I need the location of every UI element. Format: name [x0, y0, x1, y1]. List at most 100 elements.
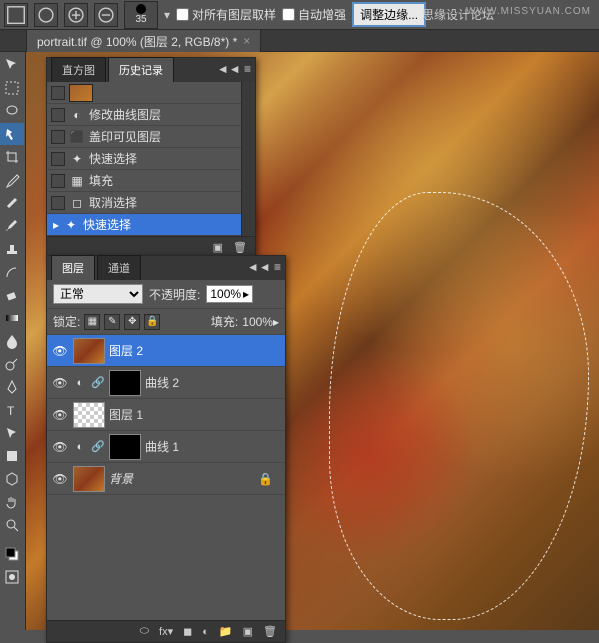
layers-options-row: 正常 不透明度: 100%▸ — [47, 280, 285, 309]
opacity-input[interactable]: 100%▸ — [206, 285, 253, 303]
brush-tool-icon[interactable] — [0, 215, 24, 237]
sample-all-layers-checkbox[interactable]: 对所有图层取样 — [176, 6, 276, 23]
history-scrollbar[interactable] — [241, 82, 255, 236]
quickmask-icon[interactable] — [0, 566, 24, 588]
tab-histogram[interactable]: 直方图 — [51, 57, 106, 82]
layer-row[interactable]: 👁 ◐ 🔗 曲线 1 — [47, 431, 285, 463]
layers-footer: ⬭ fx▾ ◼ ◐ 📁 ▣ 🗑 — [47, 620, 285, 642]
blur-tool-icon[interactable] — [0, 330, 24, 352]
hand-tool-icon[interactable] — [0, 491, 24, 513]
crop-tool-icon[interactable] — [0, 146, 24, 168]
layer-name: 图层 2 — [109, 342, 143, 359]
type-tool-icon[interactable]: T — [0, 399, 24, 421]
layer-row[interactable]: 👁 ◐ 🔗 曲线 2 — [47, 367, 285, 399]
link-layers-icon[interactable]: ⬭ — [140, 625, 149, 638]
dropdown-arrow-icon[interactable]: ▾ — [164, 8, 170, 22]
layer-row[interactable]: 👁 图层 1 — [47, 399, 285, 431]
link-icon: 🔗 — [91, 376, 105, 390]
tab-history[interactable]: 历史记录 — [108, 57, 174, 82]
fill-input[interactable]: 100%▸ — [242, 315, 279, 329]
history-snapshot-row[interactable] — [47, 82, 241, 104]
lock-transparent-icon[interactable]: ▦ — [84, 314, 100, 330]
visibility-icon[interactable]: 👁 — [51, 470, 69, 488]
tab-layers[interactable]: 图层 — [51, 255, 95, 280]
history-panel: 直方图 历史记录 ◄◄ ≡ ◐修改曲线图层 ⬛盖印可见图层 ✦快速选择 ▦填充 … — [46, 57, 256, 259]
quick-select-subtract-icon[interactable] — [94, 3, 118, 27]
move-tool-icon[interactable] — [0, 54, 24, 76]
visibility-icon[interactable]: 👁 — [51, 374, 69, 392]
layer-thumb[interactable] — [73, 402, 105, 428]
history-panel-tabs: 直方图 历史记录 ◄◄ ≡ — [47, 58, 255, 82]
history-item[interactable]: ⬛盖印可见图层 — [47, 126, 241, 148]
history-item[interactable]: ▦填充 — [47, 170, 241, 192]
layers-panel: 图层 通道 ◄◄ ≡ 正常 不透明度: 100%▸ 锁定: ▦ ✎ ✥ 🔒 填充… — [46, 255, 286, 643]
quick-select-add-icon[interactable] — [64, 3, 88, 27]
history-item[interactable]: ◻取消选择 — [47, 192, 241, 214]
dodge-tool-icon[interactable] — [0, 353, 24, 375]
lock-all-icon[interactable]: 🔒 — [144, 314, 160, 330]
watermark-site: WWW.MISSYUAN.COM — [466, 6, 591, 17]
foreground-bg-colors[interactable] — [0, 543, 24, 565]
link-icon: 🔗 — [91, 440, 105, 454]
layers-empty-area — [47, 495, 285, 620]
refine-edge-button[interactable]: 调整边缘... — [352, 2, 426, 27]
panel-menu-icon[interactable]: ◄◄ ≡ — [247, 260, 281, 274]
document-title: portrait.tif @ 100% (图层 2, RGB/8*) * — [37, 33, 237, 50]
document-tab[interactable]: portrait.tif @ 100% (图层 2, RGB/8*) * × — [26, 29, 261, 53]
visibility-icon[interactable]: 👁 — [51, 438, 69, 456]
quick-select-tool-icon[interactable] — [0, 123, 24, 145]
lock-pixels-icon[interactable]: ✎ — [104, 314, 120, 330]
lock-position-icon[interactable]: ✥ — [124, 314, 140, 330]
delete-layer-icon[interactable]: 🗑 — [263, 625, 277, 638]
layer-mask-thumb[interactable] — [109, 370, 141, 396]
brush-preview[interactable]: 35 — [124, 1, 158, 29]
shape-tool-icon[interactable] — [0, 445, 24, 467]
eraser-tool-icon[interactable] — [0, 284, 24, 306]
layer-row[interactable]: 👁 背景 🔒 — [47, 463, 285, 495]
layer-row-selected[interactable]: 👁 图层 2 — [47, 335, 285, 367]
new-snapshot-icon[interactable]: ▣ — [213, 241, 223, 254]
delete-icon[interactable]: 🗑 — [233, 241, 247, 254]
zoom-tool-icon[interactable] — [0, 514, 24, 536]
brush-dot-icon — [136, 4, 146, 14]
layer-name: 曲线 1 — [145, 438, 179, 455]
history-item[interactable]: ◐修改曲线图层 — [47, 104, 241, 126]
layer-thumb[interactable] — [73, 338, 105, 364]
fx-icon[interactable]: fx▾ — [159, 625, 173, 638]
fill-label: 填充: — [211, 313, 238, 330]
path-select-tool-icon[interactable] — [0, 422, 24, 444]
tab-channels[interactable]: 通道 — [97, 255, 141, 280]
new-layer-icon[interactable]: ▣ — [243, 625, 253, 638]
adjustment-layer-icon[interactable]: ◐ — [202, 626, 209, 638]
opacity-label: 不透明度: — [149, 286, 200, 303]
blend-mode-select[interactable]: 正常 — [53, 284, 143, 304]
pen-tool-icon[interactable] — [0, 376, 24, 398]
adjustment-icon: ◐ — [73, 440, 87, 454]
history-brush-tool-icon[interactable] — [0, 261, 24, 283]
close-icon[interactable]: × — [243, 34, 250, 48]
snapshot-thumb — [69, 84, 93, 102]
panel-menu-icon[interactable]: ◄◄ ≡ — [217, 62, 251, 76]
layer-thumb[interactable] — [73, 466, 105, 492]
auto-enhance-checkbox[interactable]: 自动增强 — [282, 6, 346, 23]
history-item-selected[interactable]: ▸✦快速选择 — [47, 214, 241, 236]
marquee-tool-icon[interactable] — [0, 77, 24, 99]
stamp-tool-icon[interactable] — [0, 238, 24, 260]
history-item[interactable]: ✦快速选择 — [47, 148, 241, 170]
group-icon[interactable]: 📁 — [219, 625, 233, 638]
eyedropper-tool-icon[interactable] — [0, 169, 24, 191]
gradient-tool-icon[interactable] — [0, 307, 24, 329]
mask-icon[interactable]: ◼ — [183, 625, 192, 638]
layer-name: 图层 1 — [109, 406, 143, 423]
layer-name: 曲线 2 — [145, 374, 179, 391]
visibility-icon[interactable]: 👁 — [51, 406, 69, 424]
quick-select-new-icon[interactable] — [34, 3, 58, 27]
lock-label: 锁定: — [53, 313, 80, 330]
visibility-icon[interactable]: 👁 — [51, 342, 69, 360]
healing-brush-tool-icon[interactable] — [0, 192, 24, 214]
3d-tool-icon[interactable] — [0, 468, 24, 490]
layer-mask-thumb[interactable] — [109, 434, 141, 460]
snapshot-slot[interactable] — [51, 86, 65, 100]
lasso-tool-icon[interactable] — [0, 100, 24, 122]
tool-preset-icon[interactable] — [4, 3, 28, 27]
